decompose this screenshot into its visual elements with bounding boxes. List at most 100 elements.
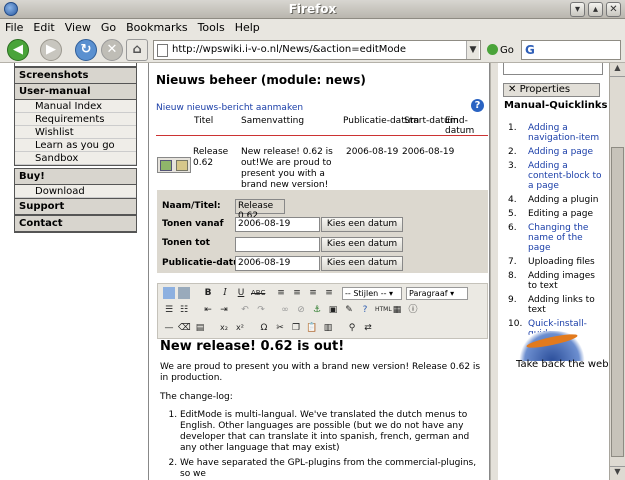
- row-title[interactable]: Release 0.62: [193, 147, 229, 169]
- info-icon[interactable]: ⓘ: [407, 304, 419, 316]
- main-panel-scrollbar[interactable]: [490, 63, 498, 480]
- maximize-button[interactable]: ▴: [588, 2, 603, 17]
- indent-icon[interactable]: ⇥: [218, 304, 230, 316]
- align-justify-icon[interactable]: ≡: [323, 287, 335, 299]
- sidebar-item-download[interactable]: Download: [15, 185, 136, 198]
- sidebar-heading[interactable]: Support: [15, 199, 136, 215]
- image-icon[interactable]: ▣: [327, 304, 339, 316]
- page-scrollbar[interactable]: ▲ ▼: [609, 63, 625, 480]
- strikethrough-icon[interactable]: ABC: [251, 287, 265, 299]
- menu-tools[interactable]: Tools: [193, 19, 230, 36]
- menu-file[interactable]: File: [0, 19, 28, 36]
- quicklink-label[interactable]: Adding a navigation-item: [528, 123, 599, 143]
- find-icon[interactable]: ⚲: [346, 322, 358, 334]
- help-icon[interactable]: ?: [471, 99, 484, 112]
- quicklink-label[interactable]: Adding a content-block to a page: [528, 161, 601, 191]
- copy-icon[interactable]: ❐: [290, 322, 302, 334]
- undo-icon[interactable]: ↶: [239, 304, 251, 316]
- forward-button[interactable]: ▶: [40, 39, 62, 61]
- quicklink-item[interactable]: 5. Editing a page: [508, 209, 603, 219]
- outdent-icon[interactable]: ⇤: [202, 304, 214, 316]
- to-date-field[interactable]: [235, 237, 320, 252]
- replace-icon[interactable]: ⇄: [362, 322, 374, 334]
- align-center-icon[interactable]: ≡: [291, 287, 303, 299]
- ordered-list-icon[interactable]: ☷: [178, 304, 190, 316]
- align-right-icon[interactable]: ≡: [307, 287, 319, 299]
- link-icon[interactable]: ∞: [279, 304, 291, 316]
- delete-icon[interactable]: [176, 160, 188, 171]
- quicklink-item[interactable]: 6. Changing the name of the page: [508, 223, 603, 253]
- unordered-list-icon[interactable]: ☰: [163, 304, 175, 316]
- name-field[interactable]: Release 0.62: [235, 199, 285, 221]
- sidebar-item-learn[interactable]: Learn as you go: [15, 139, 136, 152]
- special-char-icon[interactable]: Ω: [258, 322, 270, 334]
- fullscreen-icon[interactable]: [178, 287, 190, 299]
- sidebar-section-contact[interactable]: Contact: [14, 215, 137, 233]
- url-dropdown-button[interactable]: ▼: [466, 41, 479, 59]
- paste-icon[interactable]: 📋: [306, 322, 318, 334]
- to-pick-date-button[interactable]: Kies een datum: [321, 237, 403, 252]
- align-left-icon[interactable]: ≡: [275, 287, 287, 299]
- pub-date-field[interactable]: 2006-08-19: [235, 256, 320, 271]
- table-icon[interactable]: ▤: [194, 322, 206, 334]
- unlink-icon[interactable]: ⊘: [295, 304, 307, 316]
- redo-icon[interactable]: ↷: [255, 304, 267, 316]
- anchor-icon[interactable]: ⚓: [311, 304, 323, 316]
- back-button[interactable]: ◀: [7, 39, 29, 61]
- editor-area[interactable]: New release! 0.62 is out! We are proud t…: [157, 339, 488, 480]
- underline-icon[interactable]: U: [235, 287, 247, 299]
- cleanup-icon[interactable]: ✎: [343, 304, 355, 316]
- sidebar-section-support[interactable]: Support: [14, 198, 137, 216]
- format-select[interactable]: Paragraaf ▾: [406, 287, 468, 300]
- firefox-globe-logo[interactable]: [518, 331, 586, 361]
- menu-go[interactable]: Go: [96, 19, 121, 36]
- edit-icon[interactable]: [160, 160, 172, 171]
- sidebar-heading[interactable]: Buy!: [15, 169, 136, 185]
- scroll-down-icon[interactable]: ▼: [610, 466, 625, 480]
- url-input[interactable]: http://wpswiki.i-v-o.nl/News/&action=edi…: [153, 40, 481, 60]
- quicklink-item[interactable]: 9. Adding links to text: [508, 295, 603, 315]
- help-editor-icon[interactable]: ?: [359, 304, 371, 316]
- italic-icon[interactable]: I: [219, 287, 231, 299]
- menu-help[interactable]: Help: [230, 19, 265, 36]
- superscript-icon[interactable]: x²: [234, 322, 246, 334]
- new-news-link[interactable]: Nieuw nieuws-bericht aanmaken: [156, 103, 303, 113]
- from-pick-date-button[interactable]: Kies een datum: [321, 217, 403, 232]
- quicklink-item[interactable]: 3. Adding a content-block to a page: [508, 161, 603, 191]
- cut-icon[interactable]: ✂: [274, 322, 286, 334]
- home-button[interactable]: ⌂: [126, 39, 148, 61]
- sidebar-heading[interactable]: Screenshots: [15, 68, 136, 84]
- reload-button[interactable]: ↻: [75, 39, 97, 61]
- quicklink-item[interactable]: 2. Adding a page: [508, 147, 603, 157]
- search-input[interactable]: G: [521, 40, 621, 60]
- quicklink-item[interactable]: 8. Adding images to text: [508, 271, 603, 291]
- go-button[interactable]: Go: [487, 44, 514, 56]
- menu-bookmarks[interactable]: Bookmarks: [121, 19, 192, 36]
- close-button[interactable]: ✕: [606, 2, 621, 17]
- visual-aid-icon[interactable]: ▦: [391, 304, 403, 316]
- properties-toggle[interactable]: ✕ Properties: [503, 83, 600, 97]
- subscript-icon[interactable]: x₂: [218, 322, 230, 334]
- source-icon[interactable]: [163, 287, 175, 299]
- sidebar-heading[interactable]: User-manual: [15, 84, 136, 100]
- from-date-field[interactable]: 2006-08-19: [235, 217, 320, 232]
- minimize-button[interactable]: ▾: [570, 2, 585, 17]
- take-back-the-web-tagline[interactable]: Take back the web: [516, 359, 609, 370]
- bold-icon[interactable]: B: [202, 287, 214, 299]
- remove-format-icon[interactable]: ⌫: [178, 322, 191, 334]
- paste-text-icon[interactable]: ▥: [322, 322, 334, 334]
- scroll-up-icon[interactable]: ▲: [610, 63, 625, 77]
- horizontal-rule-icon[interactable]: —: [163, 322, 175, 334]
- sidebar-item-manual-index[interactable]: Manual Index: [15, 100, 136, 113]
- stop-button[interactable]: ✕: [101, 39, 123, 61]
- style-select[interactable]: -- Stijlen -- ▾: [342, 287, 402, 300]
- quicklink-item[interactable]: 4. Adding a plugin: [508, 195, 603, 205]
- quicklink-item[interactable]: 7. Uploading files: [508, 257, 603, 267]
- sidebar-item-sandbox[interactable]: Sandbox: [15, 152, 136, 165]
- scrollbar-thumb[interactable]: [611, 147, 624, 457]
- sidebar-heading[interactable]: Contact: [15, 216, 136, 232]
- pub-pick-date-button[interactable]: Kies een datum: [321, 256, 403, 271]
- html-icon[interactable]: HTML: [375, 304, 392, 316]
- quicklink-item[interactable]: 1. Adding a navigation-item: [508, 123, 603, 143]
- quicklink-label[interactable]: Adding a page: [528, 147, 593, 157]
